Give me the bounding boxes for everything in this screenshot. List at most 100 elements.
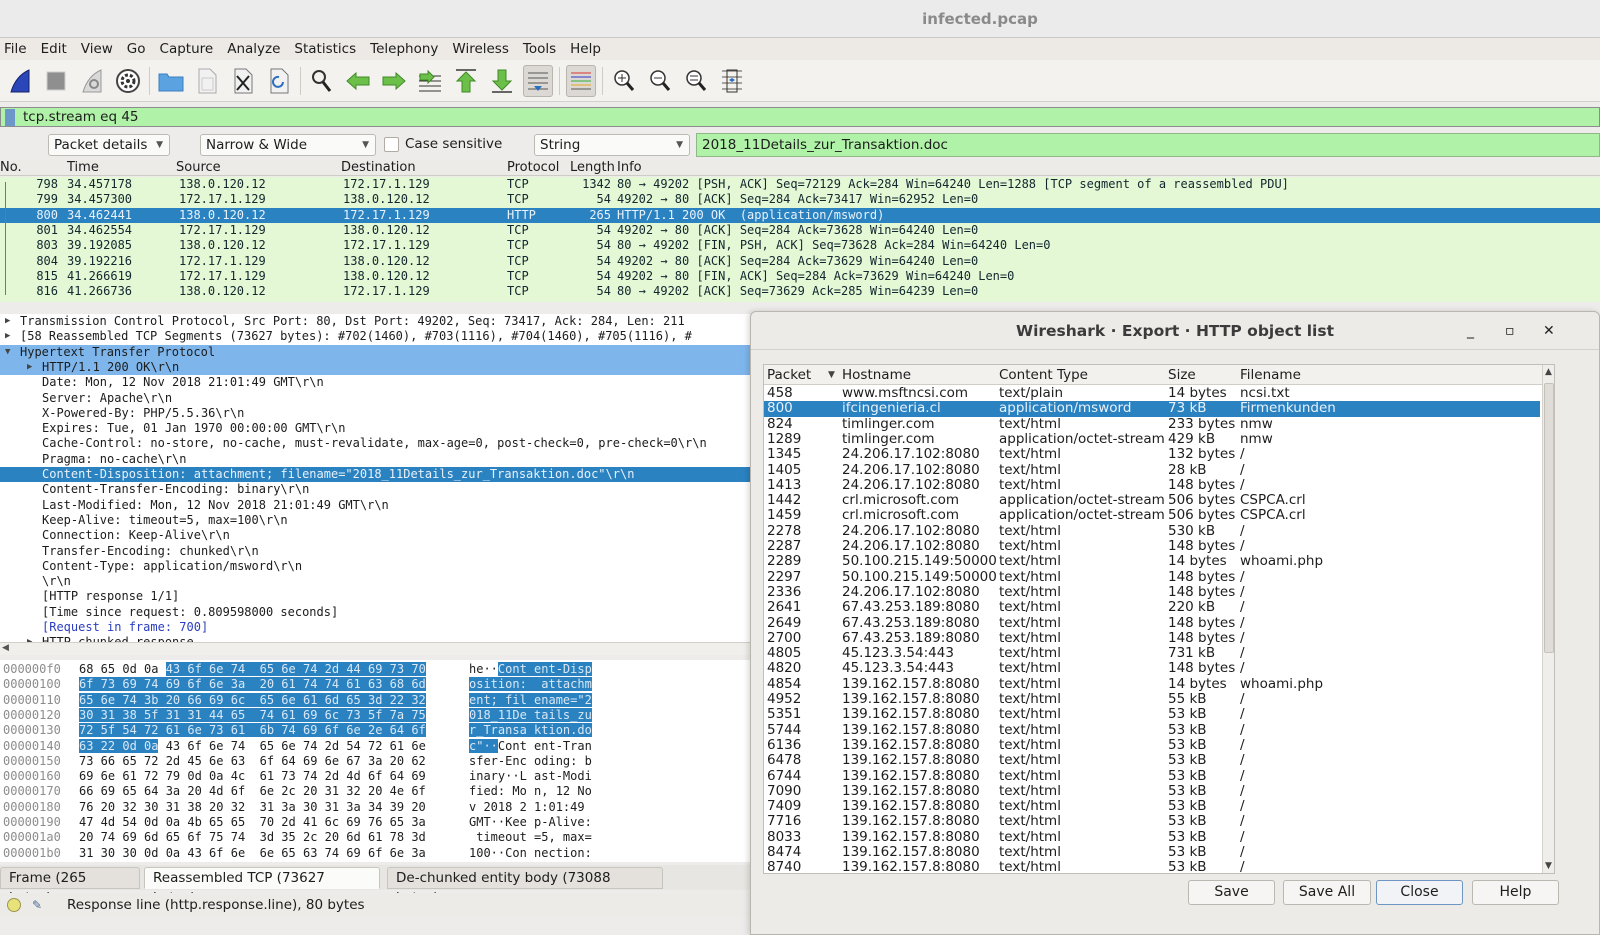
close-button[interactable]: Close xyxy=(1376,880,1463,905)
object-row[interactable]: 2287 24.206.17.102:8080 text/html 148 bytes… xyxy=(764,538,1540,554)
detail-row[interactable]: ▶ [58 Reassembled TCP Segments (73627 byt… xyxy=(0,329,752,344)
object-row[interactable]: 7409 139.162.157.8:8080 text/html 53 kB / xyxy=(764,798,1540,814)
ascii-bytes[interactable]: GMT··Kee p-Alive: xyxy=(469,815,592,830)
packet-row[interactable]: 815 41.266619 172.17.1.129 138.0.120.12 TCP 5… xyxy=(0,269,1600,284)
ascii-bytes[interactable]: inary··L ast-Modi xyxy=(469,769,592,784)
minimize-icon[interactable]: _ xyxy=(1467,312,1474,350)
menu-view[interactable]: View xyxy=(81,41,113,57)
go-forward-icon[interactable] xyxy=(379,65,409,97)
detail-row[interactable]: Expires: Tue, 01 Jan 1970 00:00:00 GMT\r… xyxy=(0,421,752,436)
object-row[interactable]: 2649 67.43.253.189:8080 text/html 148 bytes… xyxy=(764,615,1540,631)
packet-row[interactable]: 799 34.457300 172.17.1.129 138.0.120.12 TCP 5… xyxy=(0,192,1600,207)
expand-right-icon[interactable]: ▶ xyxy=(5,314,10,329)
go-back-icon[interactable] xyxy=(343,65,373,97)
save-file-icon[interactable] xyxy=(192,65,222,97)
object-row[interactable]: 5351 139.162.157.8:8080 text/html 53 kB / xyxy=(764,706,1540,722)
save-button[interactable]: Save xyxy=(1188,880,1275,905)
column-header-packet[interactable]: Packet xyxy=(767,365,811,385)
ascii-bytes[interactable]: timeout =5, max= xyxy=(469,830,592,845)
packet-row[interactable]: 801 34.462554 172.17.1.129 138.0.120.12 TCP 5… xyxy=(0,223,1600,238)
detail-row[interactable]: ▶ Transmission Control Protocol, Src Port… xyxy=(0,314,752,329)
ascii-bytes[interactable]: v 2018 2 1:01:49 xyxy=(469,800,592,815)
reload-file-icon[interactable] xyxy=(264,65,294,97)
expert-info-icon[interactable] xyxy=(7,898,21,912)
detail-row[interactable]: ▶ HTTP/1.1 200 OK\r\n xyxy=(0,359,752,376)
menu-tools[interactable]: Tools xyxy=(523,41,556,57)
close-icon[interactable]: ✕ xyxy=(1543,312,1555,350)
ascii-bytes[interactable]: sfer-Enc oding: b xyxy=(469,754,592,769)
detail-row[interactable]: Server: Apache\r\n xyxy=(0,391,752,406)
column-header-filename[interactable]: Filename xyxy=(1240,365,1301,385)
object-row[interactable]: 1289 timlinger.com application/octet-strea… xyxy=(764,431,1540,447)
expand-down-icon[interactable]: ▼ xyxy=(5,345,10,360)
expand-right-icon[interactable]: ▶ xyxy=(27,360,32,375)
hex-bytes[interactable]: 72 5f 54 72 61 6e 73 61 6b 74 69 6f 6e 2… xyxy=(79,723,426,738)
object-row[interactable]: 6136 139.162.157.8:8080 text/html 53 kB / xyxy=(764,737,1540,753)
hex-bytes[interactable]: 30 31 38 5f 31 31 44 65 74 61 69 6c 73 5… xyxy=(79,707,426,723)
object-row[interactable]: 7090 139.162.157.8:8080 text/html 53 kB / xyxy=(764,783,1540,799)
detail-row[interactable]: Content-Type: application/msword\r\n xyxy=(0,559,752,574)
detail-row[interactable]: [Request in frame: 700] xyxy=(0,620,752,635)
menu-statistics[interactable]: Statistics xyxy=(294,41,356,57)
column-header-time[interactable]: Time xyxy=(67,159,99,176)
object-row[interactable]: 4952 139.162.157.8:8080 text/html 55 kB / xyxy=(764,691,1540,707)
object-list-scrollbar[interactable]: ▲ ▼ xyxy=(1542,365,1554,873)
hex-bytes[interactable]: 6f 73 69 74 69 6f 6e 3a 20 61 74 74 61 6… xyxy=(79,677,426,692)
ascii-bytes[interactable]: ent; fil ename="2 xyxy=(469,692,592,708)
menu-telephony[interactable]: Telephony xyxy=(370,41,438,57)
capture-options-icon[interactable] xyxy=(113,65,143,97)
detail-row[interactable]: ▶ HTTP chunked response xyxy=(0,635,752,642)
hex-bytes[interactable]: 31 30 30 0d 0a 43 6f 6e 6e 65 63 74 69 6… xyxy=(79,846,426,861)
detail-row[interactable]: Last-Modified: Mon, 12 Nov 2018 21:01:49… xyxy=(0,498,752,513)
detail-row[interactable]: Date: Mon, 12 Nov 2018 21:01:49 GMT\r\n xyxy=(0,375,752,390)
ascii-bytes[interactable]: he··Cont ent-Disp xyxy=(469,662,592,677)
column-header-info[interactable]: Info xyxy=(617,159,642,176)
hex-bytes[interactable]: 47 4d 54 0d 0a 4b 65 65 70 2d 41 6c 69 7… xyxy=(79,815,426,830)
expand-right-icon[interactable]: ▶ xyxy=(27,635,32,642)
resize-columns-icon[interactable] xyxy=(717,65,747,97)
hex-bytes[interactable]: 69 6e 61 72 79 0d 0a 4c 61 73 74 2d 4d 6… xyxy=(79,769,426,784)
packet-row[interactable]: 798 34.457178 138.0.120.12 172.17.1.129 TCP 1… xyxy=(0,177,1600,192)
ascii-bytes[interactable]: fied: Mo n, 12 No xyxy=(469,784,592,799)
object-row[interactable]: 2289 50.100.215.149:50000 text/html 14 byte… xyxy=(764,553,1540,569)
expand-right-icon[interactable]: ▶ xyxy=(5,329,10,344)
object-row[interactable]: 2336 24.206.17.102:8080 text/html 148 bytes… xyxy=(764,584,1540,600)
column-header-hostname[interactable]: Hostname xyxy=(842,365,911,385)
hex-bytes[interactable]: 76 20 32 30 31 38 20 32 31 3a 30 31 3a 3… xyxy=(79,800,426,815)
object-row[interactable]: 458 www.msftncsi.com text/plain 14 bytes ncs… xyxy=(764,385,1540,401)
ascii-bytes[interactable]: c"··Cont ent-Tran xyxy=(469,738,592,754)
zoom-out-icon[interactable] xyxy=(645,65,675,97)
find-packet-icon[interactable] xyxy=(307,65,337,97)
detail-row[interactable]: [Time since request: 0.809598000 seconds… xyxy=(0,605,752,620)
hex-bytes[interactable]: 63 22 0d 0a 43 6f 6e 74 65 6e 74 2d 54 7… xyxy=(79,738,426,754)
scroll-down-icon[interactable]: ▼ xyxy=(1545,861,1552,871)
object-row[interactable]: 824 timlinger.com text/html 233 bytes nmw xyxy=(764,416,1540,432)
object-row[interactable]: 4805 45.123.3.54:443 text/html 731 kB / xyxy=(764,645,1540,661)
go-last-packet-icon[interactable] xyxy=(487,65,517,97)
object-row[interactable]: 4854 139.162.157.8:8080 text/html 14 bytes w… xyxy=(764,676,1540,692)
stop-capture-icon[interactable] xyxy=(41,65,71,97)
maximize-icon[interactable]: ▫ xyxy=(1505,312,1515,350)
detail-row[interactable]: X-Powered-By: PHP/5.5.36\r\n xyxy=(0,406,752,421)
byte-tab[interactable]: Frame (265 bytes) xyxy=(0,867,140,906)
packet-row[interactable]: 803 39.192085 138.0.120.12 172.17.1.129 TCP 5… xyxy=(0,238,1600,253)
ascii-bytes[interactable]: r_Transa ktion.do xyxy=(469,723,592,738)
object-row[interactable]: 2278 24.206.17.102:8080 text/html 530 kB / xyxy=(764,523,1540,539)
help-button[interactable]: Help xyxy=(1472,880,1559,905)
object-row[interactable]: 1345 24.206.17.102:8080 text/html 132 bytes… xyxy=(764,446,1540,462)
open-file-icon[interactable] xyxy=(156,65,186,97)
menu-edit[interactable]: Edit xyxy=(41,41,67,57)
ascii-bytes[interactable]: 100··Con nection: xyxy=(469,846,592,861)
object-row[interactable]: 8474 139.162.157.8:8080 text/html 53 kB / xyxy=(764,844,1540,860)
menu-capture[interactable]: Capture xyxy=(160,41,214,57)
scrollbar-thumb[interactable] xyxy=(1544,383,1554,653)
object-row[interactable]: 1459 crl.microsoft.com application/octet-s… xyxy=(764,508,1540,524)
object-row[interactable]: 5744 139.162.157.8:8080 text/html 53 kB / xyxy=(764,722,1540,738)
detail-row[interactable]: Connection: Keep-Alive\r\n xyxy=(0,528,752,543)
object-row[interactable]: 4820 45.123.3.54:443 text/html 148 bytes / xyxy=(764,661,1540,677)
menu-file[interactable]: File xyxy=(4,41,27,57)
search-in-select[interactable]: Packet details ▼ xyxy=(48,134,170,156)
display-filter-input[interactable]: tcp.stream eq 45 xyxy=(0,107,1600,127)
packet-row[interactable]: 804 39.192216 172.17.1.129 138.0.120.12 TCP 5… xyxy=(0,254,1600,269)
go-first-packet-icon[interactable] xyxy=(451,65,481,97)
